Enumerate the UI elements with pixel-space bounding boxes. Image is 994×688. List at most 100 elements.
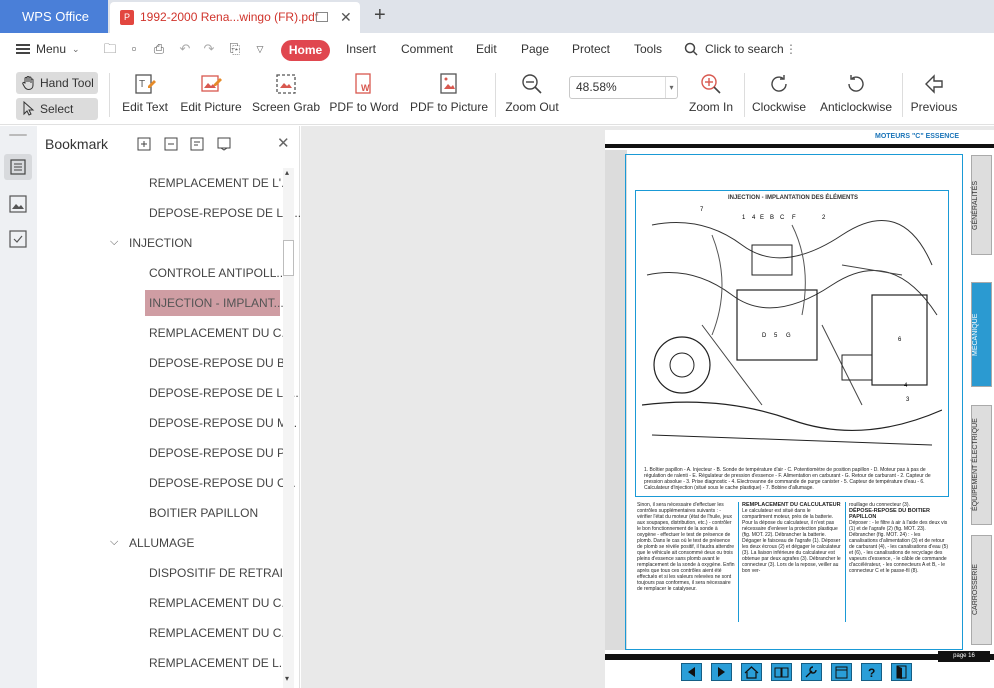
redo-icon[interactable]: ↷ [201,41,217,57]
nav-tools-button[interactable] [801,663,822,681]
close-panel-icon[interactable]: ✕ [277,134,290,152]
bookmark-item[interactable]: DEPOSE-REPOSE DE L'I... [149,386,299,400]
tab-protect[interactable]: Protect [572,33,610,65]
collapse-bookmarks-icon[interactable] [164,137,178,151]
nav-exit-button[interactable] [891,663,912,681]
help-icon: ? [868,666,875,680]
pdf-to-word-button[interactable]: W PDF to Word [328,65,400,125]
bookmark-list-icon [10,159,26,175]
bookmark-item-selected[interactable]: INJECTION - IMPLANT... [145,290,284,316]
menu-dropdown-icon[interactable]: ⌄ [72,33,80,65]
more-dropdown-icon[interactable]: ▽ [252,41,268,57]
bookmark-item[interactable]: DEPOSE-REPOSE DU B... [149,356,295,370]
nav-calendar-button[interactable] [831,663,852,681]
bookmark-item[interactable]: REMPLACEMENT DU C... [149,626,291,640]
section-tab-mecanique[interactable]: MÉCANIQUE [971,282,992,387]
bookmark-item[interactable]: DISPOSITIF DE RETRAI... [149,566,293,580]
zoom-in-button[interactable]: Zoom In [686,65,736,125]
app-tab[interactable]: WPS Office [0,0,108,33]
pdf-file-icon: P [120,10,134,25]
convert-icon[interactable]: ⎘ [227,41,243,57]
new-tab-icon[interactable]: + [374,4,386,27]
expand-bookmark-icon[interactable] [190,137,204,151]
print-icon[interactable]: ⎙ [151,41,167,57]
select-tool-button[interactable]: Select Tool [16,98,98,138]
chevron-down-icon[interactable]: ⌵ [110,236,118,249]
screen-grab-button[interactable]: Screen Grab [252,65,320,125]
bookmark-item[interactable]: DEPOSE-REPOSE DE LA... [149,206,301,220]
thumbnail-icon[interactable] [7,193,29,215]
toolbar-divider [902,73,903,117]
bookmark-options-icon[interactable] [217,137,231,151]
scroll-down-icon[interactable]: ▾ [285,674,289,683]
anticlockwise-button[interactable]: Anticlockwise [817,65,895,125]
bookmark-item[interactable]: REMPLACEMENT DU C... [149,326,291,340]
home-tab[interactable]: Home [281,40,330,61]
tab-page[interactable]: Page [521,33,549,65]
bookmark-item[interactable]: REMPLACEMENT DE L... [149,656,289,670]
nav-home-button[interactable] [741,663,762,681]
clockwise-button[interactable]: Clockwise [751,65,807,125]
section-tab-carrosserie[interactable]: CARROSSERIE [971,535,992,645]
menu-bar: Menu ⌄ 🗀 ▫ ⎙ ↶ ↷ ⎘ ▽ Home Insert Comment… [0,33,994,65]
hamburger-icon[interactable] [16,44,30,54]
section-tab-equipement-electrique[interactable]: ÉQUIPEMENT ÉLECTRIQUE [971,405,992,525]
save-icon[interactable]: ▫ [126,41,142,57]
document-tab[interactable]: P 1992-2000 Rena...wingo (FR).pdf ✕ [110,2,360,33]
svg-text:W: W [361,83,370,93]
bookmark-item[interactable]: DEPOSE-REPOSE DU P... [149,446,294,460]
bookmark-item[interactable]: DEPOSE-REPOSE DU C... [149,476,296,490]
bookmark-item[interactable]: REMPLACEMENT DE L'... [149,176,291,190]
more-options-icon[interactable]: ⋮ [785,33,797,65]
drag-handle[interactable] [9,134,27,136]
nav-book-button[interactable] [771,663,792,681]
search-field[interactable]: Click to search [705,33,784,65]
bookmark-item[interactable]: BOITIER PAPILLON [149,506,258,520]
tab-edit[interactable]: Edit [476,33,497,65]
section-tab-generalites[interactable]: GÉNÉRALITÉS [971,155,992,255]
search-icon[interactable] [684,42,698,56]
wrench-icon [805,666,817,678]
chevron-down-icon[interactable]: ⌵ [110,536,118,549]
hand-icon [22,76,34,90]
toolbar-divider [495,73,496,117]
add-bookmark-icon[interactable] [137,137,151,151]
bookmark-item[interactable]: CONTROLE ANTIPOLL... [149,266,286,280]
previous-button[interactable]: Previous [908,65,960,125]
bookmark-tab[interactable] [4,154,32,180]
bookmark-item[interactable]: DEPOSE-REPOSE DU M... [149,416,297,430]
callout-label: C [780,215,785,221]
undo-icon[interactable]: ↶ [177,41,193,57]
edit-picture-button[interactable]: Edit Picture [179,65,243,125]
scroll-up-icon[interactable]: ▴ [285,168,289,177]
menu-button[interactable]: Menu [36,33,66,65]
svg-text:T: T [139,79,145,90]
nav-back-button[interactable] [681,663,702,681]
bookmark-section-allumage[interactable]: ALLUMAGE [129,536,194,550]
bookmark-item[interactable]: REMPLACEMENT DU C... [149,596,291,610]
nav-help-button[interactable]: ? [861,663,882,681]
window-icon[interactable] [316,12,328,22]
arrow-left-icon [688,667,695,677]
tab-tools[interactable]: Tools [634,33,662,65]
scrollbar-thumb[interactable] [283,240,294,276]
pdf-page[interactable]: MOTEURS "C" ESSENCE GÉNÉRALITÉS MÉCANIQU… [605,130,994,688]
tab-insert[interactable]: Insert [346,33,376,65]
zoom-level-select[interactable]: 48.58% ▾ [569,76,678,99]
zoom-out-button[interactable]: Zoom Out [503,65,561,125]
zoom-level-value: 48.58% [576,80,617,94]
pdf-to-word-icon: W [355,73,371,94]
hand-tool-button[interactable]: Hand Tool [16,72,98,94]
zoom-out-label: Zoom Out [505,100,559,114]
open-folder-icon[interactable]: 🗀 [102,41,118,57]
nav-forward-button[interactable] [711,663,732,681]
attachment-icon[interactable] [7,228,29,250]
zoom-dropdown-icon[interactable]: ▾ [665,77,677,98]
tab-comment[interactable]: Comment [401,33,453,65]
bookmark-scrollbar[interactable]: ▴ ▾ [283,168,294,688]
rotate-anticlockwise-icon [848,75,864,92]
close-tab-icon[interactable]: ✕ [340,2,352,33]
pdf-to-picture-button[interactable]: PDF to Picture [410,65,488,125]
edit-text-button[interactable]: T Edit Text [118,65,172,125]
bookmark-section-injection[interactable]: INJECTION [129,236,192,250]
